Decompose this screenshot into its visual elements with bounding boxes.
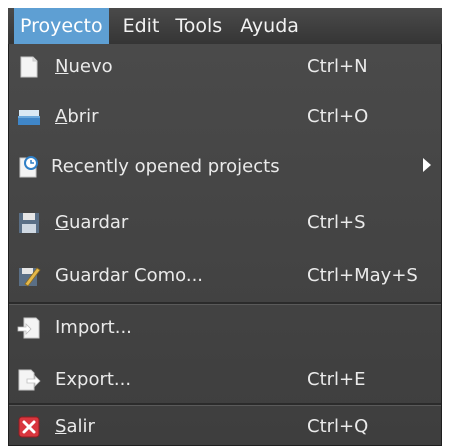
menu-tools[interactable]: Tools xyxy=(169,8,228,44)
exit-icon xyxy=(18,416,40,438)
menu-item-label: Guardar Como... xyxy=(55,264,204,286)
menu-item-shortcut: Ctrl+S xyxy=(307,211,366,233)
export-icon xyxy=(18,369,41,391)
menu-item-shortcut: Ctrl+E xyxy=(307,368,366,390)
open-folder-icon xyxy=(18,110,40,125)
new-document-icon xyxy=(20,56,38,78)
menu-item-shortcut: Ctrl+May+S xyxy=(307,264,418,286)
menu-item-nuevo[interactable]: Nuevo Ctrl+N xyxy=(9,46,441,86)
menu-item-label: Recently opened projects xyxy=(51,155,280,177)
menu-item-label: Guardar xyxy=(55,211,129,233)
menu-item-shortcut: Ctrl+O xyxy=(307,105,369,127)
menu-item-label: Import... xyxy=(55,316,132,338)
menu-proyecto[interactable]: Proyecto xyxy=(14,8,109,44)
menu-item-label: Abrir xyxy=(55,105,99,127)
save-as-icon xyxy=(19,267,41,287)
menu-ayuda[interactable]: Ayuda xyxy=(234,8,305,44)
menu-separator xyxy=(9,302,441,305)
menu-item-export[interactable]: Export... Ctrl+E xyxy=(9,359,441,399)
submenu-arrow-icon xyxy=(423,158,431,172)
menu-item-label: Salir xyxy=(55,415,95,437)
proyecto-dropdown-menu: Nuevo Ctrl+N Abrir Ctrl+O Recently opene… xyxy=(8,44,442,446)
menu-item-abrir[interactable]: Abrir Ctrl+O xyxy=(9,96,441,136)
recent-projects-icon xyxy=(19,156,38,178)
import-icon xyxy=(17,317,40,339)
menu-item-recent-projects[interactable]: Recently opened projects xyxy=(9,146,441,186)
menu-edit[interactable]: Edit xyxy=(117,8,166,44)
app-window: Proyecto Edit Tools Ayuda Nuevo Ctrl+N A… xyxy=(0,0,450,448)
menu-item-shortcut: Ctrl+N xyxy=(307,55,368,77)
menu-item-import[interactable]: Import... xyxy=(9,307,441,347)
menu-item-guardar-como[interactable]: Guardar Como... Ctrl+May+S xyxy=(9,255,441,295)
menu-item-label: Nuevo xyxy=(55,55,113,77)
save-disk-icon xyxy=(19,213,39,233)
menu-item-salir[interactable]: Salir Ctrl+Q xyxy=(9,406,441,446)
menu-bar: Proyecto Edit Tools Ayuda xyxy=(8,8,442,44)
menu-item-label: Export... xyxy=(55,368,132,390)
menu-item-guardar[interactable]: Guardar Ctrl+S xyxy=(9,202,441,242)
menu-item-shortcut: Ctrl+Q xyxy=(307,415,369,437)
